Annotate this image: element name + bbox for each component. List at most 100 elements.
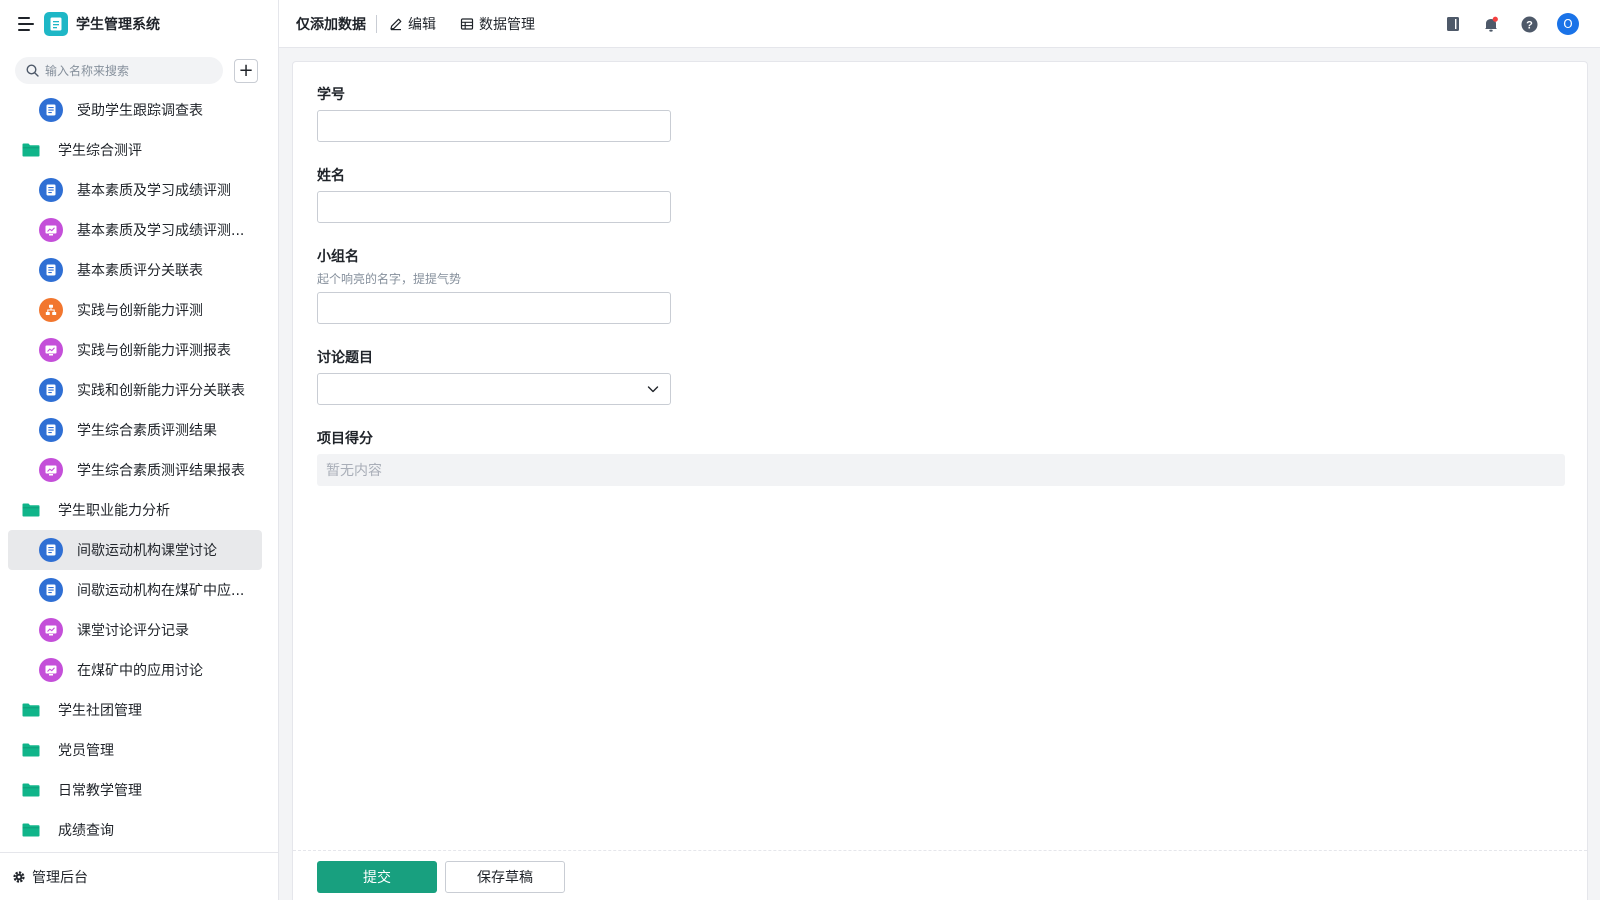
sidebar-item[interactable]: 间歇运动机构课堂讨论 (0, 530, 279, 570)
sidebar-item[interactable]: 间歇运动机构在煤矿中应... (0, 570, 279, 610)
sidebar-item[interactable]: 学生综合素质评测结果 (0, 410, 279, 450)
report-icon (39, 458, 63, 482)
sidebar-item-label: 基本素质及学习成绩评测... (77, 223, 245, 239)
sidebar-folder[interactable]: 日常教学管理 (0, 770, 279, 810)
help-icon[interactable]: ? (1519, 14, 1539, 34)
form-card: 学号 姓名 小组名 起个响亮的名字，提提气势 讨论题目 项目得分 暂无内容 提交… (292, 61, 1588, 900)
field-topic: 讨论题目 (317, 347, 671, 405)
gear-icon (13, 870, 25, 883)
report-icon (39, 218, 63, 242)
folder-icon (22, 783, 40, 797)
search-icon (26, 64, 39, 77)
sidebar-item[interactable]: 基本素质及学习成绩评测... (0, 210, 279, 250)
topbar-actions: ? O (1425, 0, 1600, 48)
admin-console-link[interactable]: 管理后台 (0, 852, 279, 900)
search-box[interactable] (15, 57, 223, 84)
sidebar-item[interactable]: 课堂讨论评分记录 (0, 610, 279, 650)
sidebar-folder[interactable]: 党员管理 (0, 730, 279, 770)
save-draft-button[interactable]: 保存草稿 (445, 861, 565, 893)
nav-list: 受助学生跟踪调查表学生综合测评基本素质及学习成绩评测 基本素质及学习成绩评测...… (0, 90, 279, 850)
report-icon (39, 618, 63, 642)
chevron-down-icon (647, 386, 659, 393)
sidebar-item[interactable]: 受助学生跟踪调查表 (0, 90, 279, 130)
sidebar-item-label: 基本素质评分关联表 (77, 263, 203, 279)
sidebar-item-label: 学生职业能力分析 (58, 503, 170, 519)
sidebar-item[interactable]: 基本素质及学习成绩评测 (0, 170, 279, 210)
field-label: 小组名 (317, 249, 359, 265)
sidebar-item-label: 学生综合素质测评结果报表 (77, 463, 245, 479)
form-icon (39, 378, 63, 402)
sidebar-item-label: 基本素质及学习成绩评测 (77, 183, 231, 199)
folder-icon (22, 503, 40, 517)
folder-icon (22, 703, 40, 717)
folder-icon (22, 743, 40, 757)
app-logo-icon (44, 12, 68, 36)
field-label: 学号 (317, 87, 345, 103)
field-score: 项目得分 暂无内容 (317, 428, 1565, 486)
sidebar-item-label: 学生综合素质评测结果 (77, 423, 217, 439)
sidebar-item-label: 日常教学管理 (58, 783, 142, 799)
sidebar-item-label: 实践和创新能力评分关联表 (77, 383, 245, 399)
sidebar-item-label: 成绩查询 (58, 823, 114, 839)
report-icon (39, 658, 63, 682)
search-input[interactable] (45, 63, 215, 78)
sidebar-item-label: 间歇运动机构课堂讨论 (77, 543, 217, 559)
notification-bell-icon[interactable] (1481, 14, 1501, 34)
name-input[interactable] (317, 191, 671, 223)
topic-select[interactable] (317, 373, 671, 405)
page-title: 仅添加数据 (296, 16, 366, 33)
form-icon (39, 258, 63, 282)
notebook-icon[interactable] (1443, 14, 1463, 34)
field-student-id: 学号 (317, 84, 671, 142)
submit-button[interactable]: 提交 (317, 861, 437, 893)
field-label: 项目得分 (317, 431, 373, 447)
add-item-button[interactable]: + (234, 58, 258, 83)
flow-icon (39, 298, 63, 322)
data-manage-button[interactable]: 数据管理 (460, 14, 535, 34)
sidebar-item-label: 在煤矿中的应用讨论 (77, 663, 203, 679)
sidebar-item-label: 实践与创新能力评测 (77, 303, 203, 319)
sidebar-item[interactable]: 基本素质评分关联表 (0, 250, 279, 290)
field-hint: 起个响亮的名字，提提气势 (317, 272, 462, 286)
sidebar-folder[interactable]: 学生社团管理 (0, 690, 279, 730)
app-title: 学生管理系统 (76, 17, 160, 33)
sidebar-item-label: 学生综合测评 (58, 143, 142, 159)
sidebar: 学生管理系统 + 受助学生跟踪调查表学生综合测评基本素质及学习成绩评测基本素质及… (0, 0, 279, 900)
sidebar-folder[interactable]: 学生职业能力分析 (0, 490, 279, 530)
search-row: + (15, 57, 260, 84)
sidebar-item[interactable]: 学生综合素质测评结果报表 (0, 450, 279, 490)
sidebar-item-label: 实践与创新能力评测报表 (77, 343, 231, 359)
sidebar-folder[interactable]: 成绩查询 (0, 810, 279, 850)
group-name-input[interactable] (317, 292, 671, 324)
sidebar-header: 学生管理系统 (0, 0, 279, 48)
sidebar-item[interactable]: 实践与创新能力评测报表 (0, 330, 279, 370)
menu-toggle-icon[interactable] (18, 17, 34, 31)
field-label: 姓名 (317, 168, 345, 184)
sidebar-item-label: 课堂讨论评分记录 (77, 623, 189, 639)
admin-console-label: 管理后台 (32, 869, 88, 886)
sidebar-item-label: 间歇运动机构在煤矿中应... (77, 583, 245, 599)
divider (376, 14, 377, 33)
student-id-input[interactable] (317, 110, 671, 142)
sidebar-item-label: 受助学生跟踪调查表 (77, 103, 203, 119)
sidebar-item-label: 党员管理 (58, 743, 114, 759)
table-icon (460, 17, 474, 30)
data-manage-label: 数据管理 (479, 16, 535, 33)
form-icon (39, 418, 63, 442)
sidebar-item[interactable]: 在煤矿中的应用讨论 (0, 650, 279, 690)
field-label: 讨论题目 (317, 350, 373, 366)
user-avatar[interactable]: O (1557, 13, 1579, 35)
sidebar-folder[interactable]: 学生综合测评 (0, 130, 279, 170)
form-icon (39, 98, 63, 122)
sidebar-item[interactable]: 实践和创新能力评分关联表 (0, 370, 279, 410)
form-icon (39, 538, 63, 562)
form-footer: 提交 保存草稿 (293, 850, 1587, 900)
edit-label: 编辑 (408, 16, 436, 33)
sidebar-item[interactable]: 实践与创新能力评测 (0, 290, 279, 330)
folder-icon (22, 823, 40, 837)
field-name: 姓名 (317, 165, 671, 223)
edit-button[interactable]: 编辑 (389, 14, 436, 34)
topbar: 仅添加数据 编辑 数据管理 ? O (279, 0, 1600, 48)
form-icon (39, 178, 63, 202)
field-group-name: 小组名 起个响亮的名字，提提气势 (317, 246, 671, 324)
